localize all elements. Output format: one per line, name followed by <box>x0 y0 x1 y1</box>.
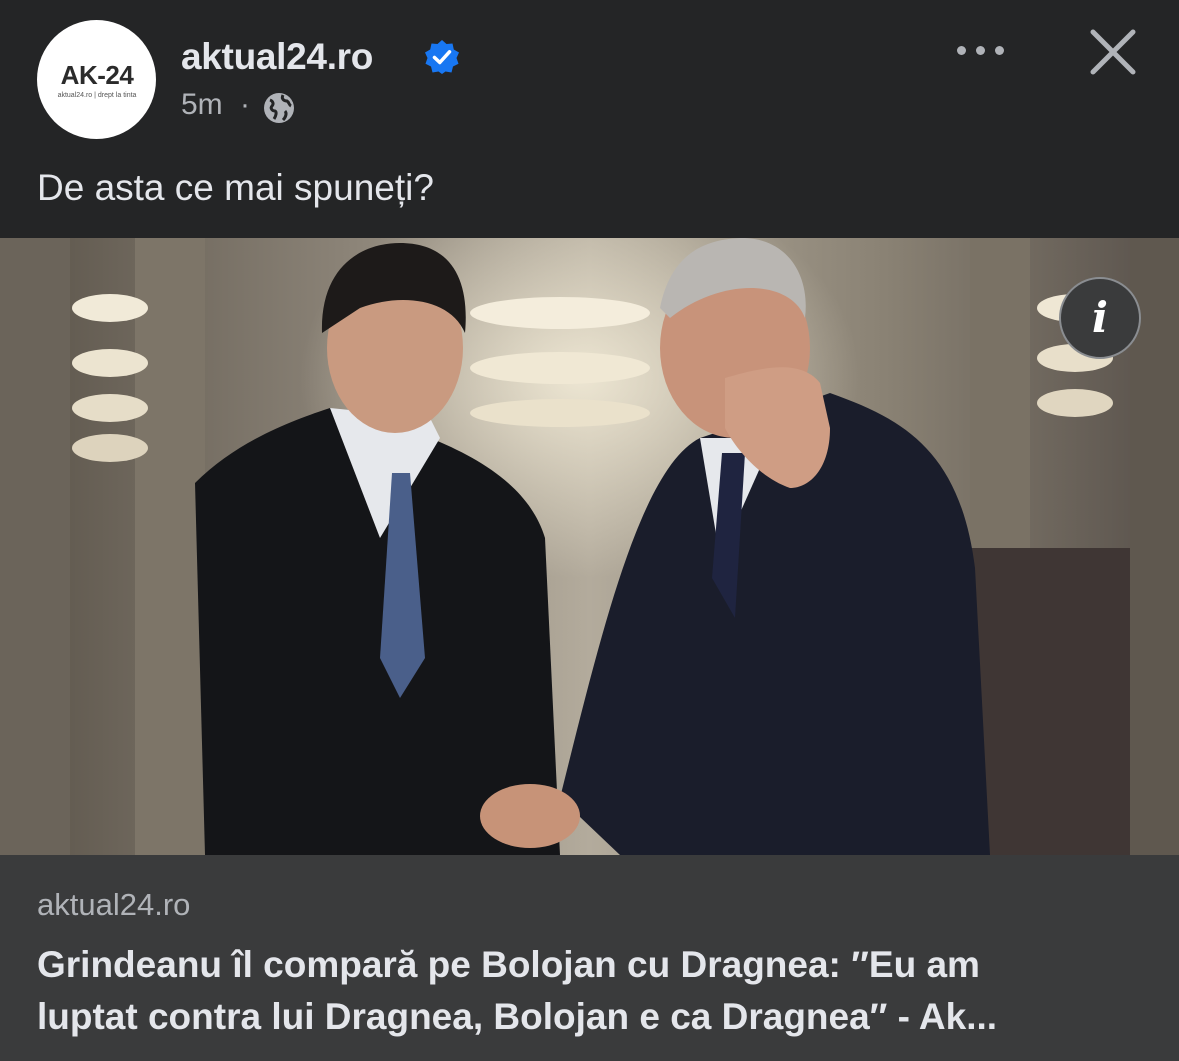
more-options-dot <box>976 46 985 55</box>
avatar-logo-text: AK-24 <box>60 60 134 90</box>
post-time[interactable]: 5m <box>181 88 223 122</box>
more-options-dot <box>995 46 1004 55</box>
page-name-link[interactable]: aktual24.ro <box>181 36 373 78</box>
close-icon[interactable] <box>1088 27 1138 77</box>
link-preview-card[interactable]: aktual24.ro Grindeanu îl compară pe Bolo… <box>0 855 1179 1061</box>
meta-separator: · <box>240 88 250 121</box>
post-caption: De asta ce mai spuneți? <box>37 167 434 208</box>
link-domain: aktual24.ro <box>37 887 191 922</box>
avatar-logo-tagline: aktual24.ro | drept la tinta <box>57 92 137 99</box>
link-headline[interactable]: Grindeanu îl compară pe Bolojan cu Dragn… <box>37 939 1147 1043</box>
more-options-button[interactable] <box>955 32 1007 68</box>
page-avatar[interactable]: AK-24 aktual24.ro | drept la tinta <box>37 20 156 139</box>
info-button[interactable]: i <box>1059 277 1141 359</box>
more-options-icon <box>957 46 966 55</box>
globe-icon[interactable] <box>262 91 296 125</box>
info-icon: i <box>1092 293 1108 342</box>
post-photo-graphic <box>0 238 1179 855</box>
link-headline-line-2: luptat contra lui Dragnea, Bolojan e ca … <box>37 996 998 1037</box>
post-image[interactable]: i <box>0 238 1179 855</box>
link-headline-line-1: Grindeanu îl compară pe Bolojan cu Dragn… <box>37 944 980 985</box>
post-header: AK-24 aktual24.ro | drept la tinta aktua… <box>0 0 1179 238</box>
verified-badge-icon <box>425 40 459 74</box>
